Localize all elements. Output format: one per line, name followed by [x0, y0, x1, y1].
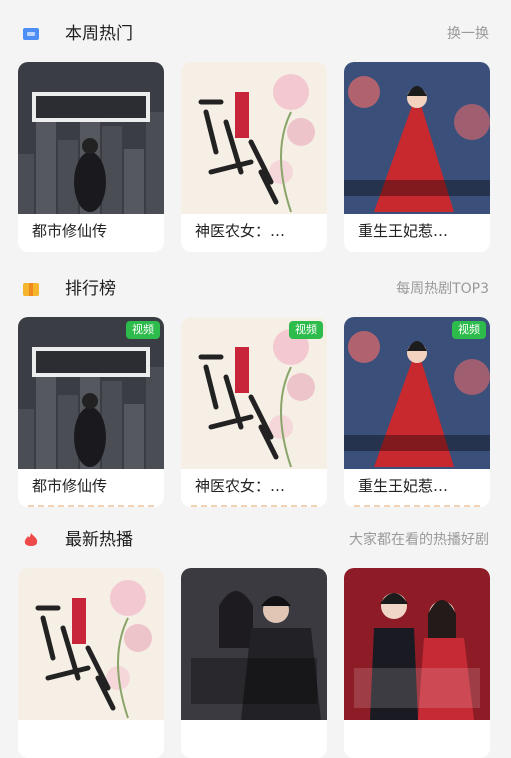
cover-image — [181, 62, 327, 214]
rank-icon — [22, 281, 40, 297]
refresh-link[interactable]: 换一换 — [447, 24, 489, 44]
cover-image — [18, 62, 164, 214]
section-header: 最新热播 大家都在看的热播好剧 — [0, 522, 511, 558]
drama-card[interactable] — [181, 568, 327, 758]
video-badge: 视频 — [289, 321, 323, 339]
card-title: 都市修仙传 — [32, 477, 108, 495]
top3-link[interactable]: 每周热剧TOP3 — [396, 279, 489, 299]
section-ranking: 排行榜 每周热剧TOP3 视频 都市修仙传 视频 神医农女：… 视频 重生王妃惹… — [0, 271, 511, 507]
drama-card[interactable]: 神医农女：… — [181, 62, 327, 252]
video-badge: 视频 — [126, 321, 160, 339]
drama-card[interactable]: 视频 神医农女：… — [181, 317, 327, 507]
cover-image — [18, 317, 164, 469]
section-title: 本周热门 — [65, 24, 133, 44]
flame-icon — [22, 532, 40, 548]
drama-card[interactable]: 重生王妃惹… — [344, 62, 490, 252]
divider — [28, 505, 154, 507]
cover-image — [181, 317, 327, 469]
drama-card[interactable]: 视频 都市修仙传 — [18, 317, 164, 507]
section-header: 排行榜 每周热剧TOP3 — [0, 271, 511, 307]
cover-image — [344, 568, 490, 720]
popular-link[interactable]: 大家都在看的热播好剧 — [349, 530, 489, 550]
cover-image — [344, 317, 490, 469]
divider — [354, 505, 480, 507]
section-header: 本周热门 换一换 — [0, 16, 511, 52]
cover-image — [344, 62, 490, 214]
section-title: 最新热播 — [65, 530, 133, 550]
screen-icon — [22, 26, 40, 42]
drama-card[interactable]: 视频 重生王妃惹… — [344, 317, 490, 507]
card-title: 重生王妃惹… — [358, 222, 449, 240]
cover-image — [18, 568, 164, 720]
card-title: 神医农女：… — [195, 477, 286, 495]
video-badge: 视频 — [452, 321, 486, 339]
section-new-hot: 最新热播 大家都在看的热播好剧 — [0, 522, 511, 758]
drama-card[interactable]: 都市修仙传 — [18, 62, 164, 252]
drama-card[interactable] — [344, 568, 490, 758]
section-title: 排行榜 — [65, 279, 116, 299]
card-title: 重生王妃惹… — [358, 477, 449, 495]
card-title: 都市修仙传 — [32, 222, 108, 240]
drama-card[interactable] — [18, 568, 164, 758]
divider — [191, 505, 317, 507]
cover-image — [181, 568, 327, 720]
section-weekly-hot: 本周热门 换一换 都市修仙传 神医农女：… 重生王妃惹… — [0, 16, 511, 252]
card-title: 神医农女：… — [195, 222, 286, 240]
